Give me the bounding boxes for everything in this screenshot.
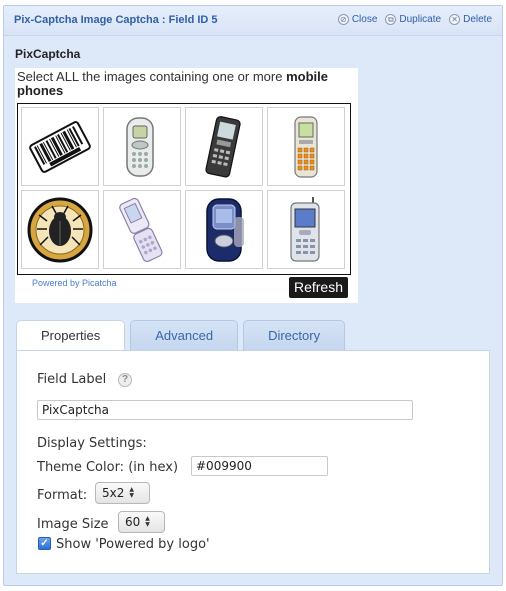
powered-logo-checkbox[interactable]: ✓: [38, 537, 51, 550]
captcha-image-6[interactable]: [103, 190, 181, 269]
tab-directory[interactable]: Directory: [243, 320, 346, 350]
barcode-icon: [29, 120, 91, 173]
field-label-input[interactable]: [37, 400, 413, 420]
properties-panel: Field Label ? Display Settings: Theme Co…: [16, 350, 490, 574]
header-actions: ⊘ Close ⧉ Duplicate ✕ Delete: [337, 14, 492, 25]
captcha-image-1[interactable]: [21, 107, 99, 186]
captcha-image-2[interactable]: [103, 107, 181, 186]
delete-label: Delete: [463, 14, 492, 25]
powered-logo-label: Show 'Powered by logo': [56, 537, 210, 552]
duplicate-button[interactable]: ⧉ Duplicate: [385, 14, 441, 25]
field-name: PixCaptcha: [15, 47, 81, 61]
mobile-phone-icon: [205, 115, 241, 178]
settings-tabs: Properties Advanced Directory: [16, 320, 350, 351]
flip-phone-icon: [206, 197, 244, 262]
tab-properties[interactable]: Properties: [16, 320, 126, 351]
captcha-image-4[interactable]: [267, 107, 345, 186]
captcha-grid: [17, 103, 351, 275]
powered-by-link[interactable]: Powered by Picatcha: [32, 278, 117, 288]
captcha-instruction: Select ALL the images containing one or …: [17, 70, 355, 98]
captcha-image-5[interactable]: [21, 190, 99, 269]
close-label: Close: [351, 14, 378, 25]
panel-title: Pix-Captcha Image Captcha : Field ID 5: [14, 14, 218, 26]
mobile-phone-icon: [126, 116, 154, 177]
mobile-phone-icon: [294, 115, 318, 178]
stepper-arrows-icon: ▲ ▼: [145, 515, 150, 528]
field-label-title: Field Label: [37, 372, 107, 387]
mobile-phone-icon: [290, 196, 320, 262]
format-label: Format:: [37, 488, 88, 503]
delete-icon: ✕: [449, 14, 461, 25]
panel-header: Pix-Captcha Image Captcha : Field ID 5 ⊘…: [4, 6, 502, 36]
captcha-image-3[interactable]: [185, 107, 263, 186]
captcha-image-7[interactable]: [185, 190, 263, 269]
captcha-image-8[interactable]: [267, 190, 345, 269]
duplicate-label: Duplicate: [399, 14, 442, 25]
duplicate-icon: ⧉: [385, 14, 397, 25]
image-size-label: Image Size: [37, 517, 109, 532]
help-icon[interactable]: ?: [118, 373, 132, 387]
theme-color-label: Theme Color: (in hex): [37, 460, 179, 475]
image-size-value: 60: [125, 515, 141, 529]
theme-color-input[interactable]: [191, 456, 328, 476]
close-button[interactable]: ⊘ Close: [337, 14, 378, 25]
captcha-widget: Select ALL the images containing one or …: [15, 68, 358, 303]
field-panel: Pix-Captcha Image Captcha : Field ID 5 ⊘…: [3, 5, 503, 586]
display-settings-heading: Display Settings:: [37, 436, 147, 451]
compass-bug-icon: [27, 197, 93, 262]
flip-phone-icon: [119, 197, 163, 262]
format-select[interactable]: 5x2 ▲ ▼: [95, 482, 150, 504]
refresh-button[interactable]: Refresh: [288, 277, 348, 298]
delete-button[interactable]: ✕ Delete: [449, 14, 492, 25]
format-value: 5x2: [102, 486, 125, 500]
stepper-arrows-icon: ▲ ▼: [129, 486, 134, 499]
close-icon: ⊘: [337, 14, 349, 25]
captcha-instruction-text: Select ALL the images containing one or …: [17, 69, 283, 84]
image-size-select[interactable]: 60 ▲ ▼: [118, 511, 165, 533]
tab-advanced[interactable]: Advanced: [130, 320, 239, 350]
